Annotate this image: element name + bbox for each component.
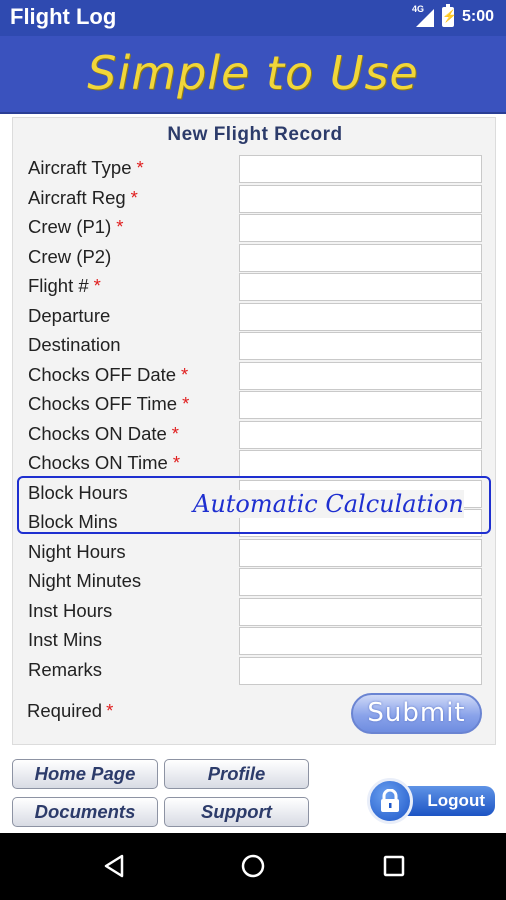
banner-slogan: Simple to Use [87, 46, 419, 100]
required-marker: * [130, 186, 138, 208]
field-label: Remarks [28, 659, 102, 681]
field-input[interactable] [239, 391, 482, 419]
field-label: Chocks ON Date * [28, 423, 179, 445]
field-label-text: Night Hours [28, 540, 126, 562]
form-row: Remarks [13, 656, 497, 687]
field-label: Aircraft Type * [28, 157, 144, 179]
required-marker: * [182, 393, 190, 414]
field-label-text: Night Minutes [28, 570, 142, 591]
field-input[interactable] [239, 214, 482, 242]
field-input[interactable] [239, 361, 482, 390]
form-title: New Flight Record [167, 124, 343, 145]
form-row: Chocks OFF Time * [13, 391, 497, 421]
form-row: Aircraft Type * [13, 155, 497, 185]
field-label: Inst Mins [28, 629, 102, 651]
form-row: Crew (P1) * [13, 214, 497, 244]
field-label-text: Chocks OFF Time [28, 393, 178, 414]
field-label: Chocks OFF Time * [28, 393, 189, 415]
auto-calc-annotation: Automatic Calculation [193, 490, 464, 518]
documents-button[interactable]: Documents [12, 797, 158, 827]
flight-record-form: New Flight Record Aircraft Type * Aircraft… [12, 117, 496, 745]
lock-icon [367, 778, 413, 824]
form-row: Inst Mins [13, 627, 497, 657]
field-label: Night Minutes [28, 570, 141, 592]
field-label: Chocks OFF Date * [28, 364, 188, 386]
required-marker: * [171, 422, 179, 444]
field-input[interactable] [239, 420, 482, 449]
field-label-text: Aircraft Reg [28, 186, 126, 208]
profile-button[interactable]: Profile [164, 759, 309, 789]
field-label: Chocks ON Time * [28, 452, 180, 474]
field-label-text: Destination [28, 334, 121, 355]
promo-banner: Simple to Use [0, 36, 506, 114]
status-bar: Flight Log 4G 5:00 [0, 0, 506, 36]
field-label: Night Hours [28, 541, 126, 563]
field-label: Departure [28, 305, 110, 327]
field-input[interactable] [239, 568, 482, 596]
required-marker: * [172, 452, 181, 473]
status-icons: 4G 5:00 [412, 4, 494, 27]
field-label-text: Crew (P2) [28, 245, 112, 267]
field-input[interactable] [239, 302, 482, 331]
form-row: Destination [13, 332, 497, 362]
form-row: Chocks OFF Date * [13, 361, 497, 392]
form-row: Night Hours [13, 538, 497, 569]
required-marker: * [116, 216, 124, 237]
field-label: Crew (P1) * [28, 216, 123, 238]
field-label: Flight # * [28, 275, 101, 297]
field-input[interactable] [239, 656, 482, 685]
field-label-text: Chocks ON Time [28, 452, 168, 473]
field-input[interactable] [239, 597, 482, 626]
form-row: Night Minutes [13, 568, 497, 598]
required-marker: * [93, 275, 101, 296]
field-label: Crew (P2) [28, 246, 111, 268]
field-label-text: Remarks [28, 658, 103, 680]
field-label: Inst Hours [28, 600, 112, 622]
recents-icon[interactable] [381, 853, 407, 879]
field-label: Aircraft Reg * [28, 187, 138, 209]
field-label-text: Inst Mins [28, 629, 103, 650]
field-label-text: Crew (P1) [28, 216, 112, 237]
field-label: Destination [28, 334, 121, 356]
field-input[interactable] [239, 243, 482, 272]
app-title: Flight Log [10, 4, 117, 29]
submit-button[interactable]: Submit [351, 693, 482, 734]
home-page-button[interactable]: Home Page [12, 759, 158, 789]
system-navigation-bar [0, 833, 506, 900]
field-label-text: Departure [28, 304, 111, 326]
battery-charging-icon [441, 4, 457, 27]
required-legend-label: Required [27, 700, 103, 721]
signal-icon: 4G [412, 4, 434, 27]
form-row: Aircraft Reg * [13, 184, 497, 215]
field-input[interactable] [239, 538, 482, 567]
support-button[interactable]: Support [164, 797, 309, 827]
field-input[interactable] [239, 184, 482, 213]
required-marker: * [181, 363, 189, 385]
form-row: Chocks ON Date * [13, 420, 497, 451]
form-row: Departure [13, 302, 497, 333]
field-label-text: Flight # [28, 275, 89, 296]
clock: 5:00 [461, 8, 494, 25]
form-row: Inst Hours [13, 597, 497, 628]
back-icon[interactable] [101, 853, 127, 879]
required-legend: Required * [27, 700, 113, 722]
field-input[interactable] [239, 450, 482, 478]
home-icon[interactable] [240, 853, 266, 879]
field-input[interactable] [239, 273, 482, 301]
field-label-text: Chocks OFF Date [28, 363, 177, 385]
field-label-text: Aircraft Type [28, 157, 132, 178]
required-marker: * [106, 700, 114, 721]
form-row: Crew (P2) [13, 243, 497, 274]
required-marker: * [136, 157, 144, 178]
form-row: Flight # * [13, 273, 497, 303]
field-input[interactable] [239, 155, 482, 183]
field-input[interactable] [239, 627, 482, 655]
field-input[interactable] [239, 332, 482, 360]
field-label-text: Inst Hours [28, 599, 113, 621]
field-label-text: Chocks ON Date [28, 422, 167, 444]
logout-button[interactable]: Logout [367, 778, 497, 824]
